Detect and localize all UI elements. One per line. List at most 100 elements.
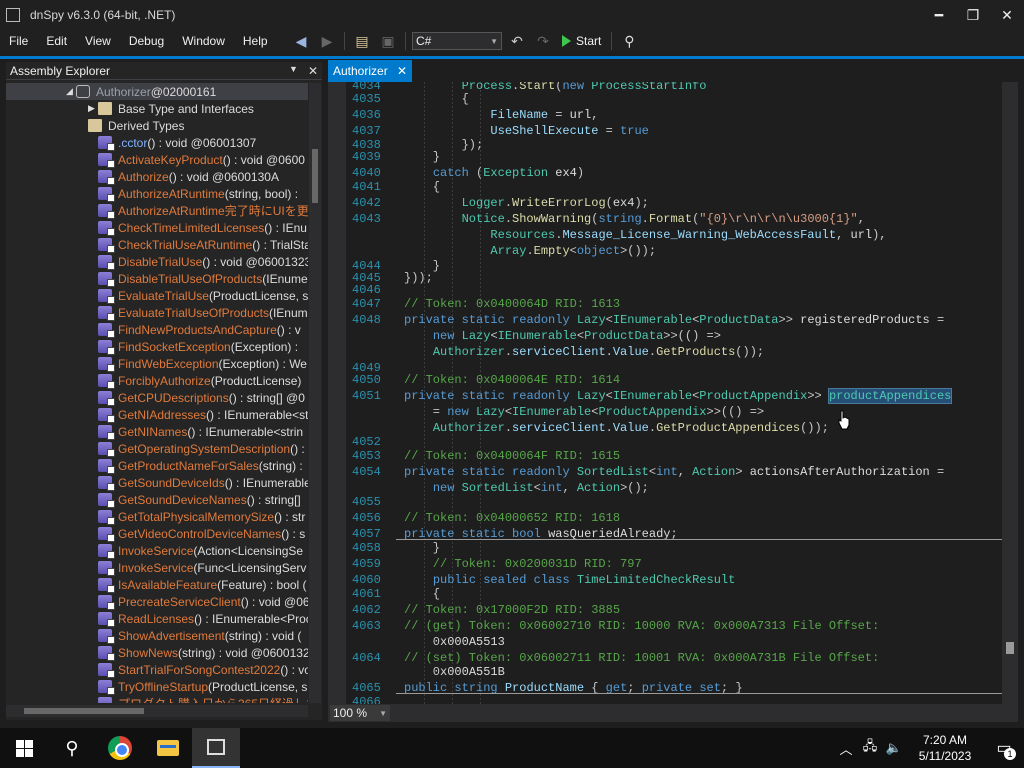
code-text: FileName = url, bbox=[490, 108, 599, 122]
method-icon bbox=[98, 476, 115, 491]
volume-icon[interactable]: 🔈 bbox=[882, 740, 906, 756]
tree-item-method[interactable]: PrecreateServiceClient() : void @06 bbox=[6, 593, 308, 610]
tree-item-method[interactable]: InvokeService (Action<LicensingSe bbox=[6, 542, 303, 559]
tab-authorizer[interactable]: Authorizer ✕ bbox=[328, 60, 412, 82]
editor-horizontal-scrollbar[interactable] bbox=[396, 708, 1000, 718]
method-icon bbox=[98, 408, 115, 423]
close-window-button[interactable]: ✕ bbox=[990, 0, 1024, 30]
close-tab-icon[interactable]: ✕ bbox=[397, 64, 407, 78]
tree-item-method[interactable]: GetVideoControlDeviceNames() : s bbox=[6, 525, 305, 542]
tree-item-method[interactable]: IsAvailableFeature (Feature) : bool ( bbox=[6, 576, 307, 593]
window-title: dnSpy v6.3.0 (64-bit, .NET) bbox=[30, 8, 176, 22]
tree-item-name: AuthorizeAtRuntime完了時にUIを更 bbox=[118, 204, 308, 218]
scroll-thumb[interactable] bbox=[1006, 642, 1014, 654]
clock[interactable]: 7:20 AM 5/11/2023 bbox=[906, 732, 984, 764]
tree-item-method[interactable]: DisableTrialUseOfProducts (IEnume bbox=[6, 270, 308, 287]
save-all-icon[interactable]: ▣ bbox=[377, 30, 399, 52]
taskbar-dnspy[interactable] bbox=[192, 728, 240, 768]
redo-icon[interactable]: ↷ bbox=[532, 30, 554, 52]
search-icon[interactable]: ⚲ bbox=[618, 30, 640, 52]
tree-item-method[interactable]: DisableTrialUse() : void @06001323 bbox=[6, 253, 308, 270]
panel-menu-chevron-icon[interactable]: ▼ bbox=[289, 64, 298, 78]
code-editor[interactable]: 4034 Process.Start(new ProcessStartInfo 4… bbox=[346, 82, 1002, 704]
tree-horizontal-scrollbar[interactable] bbox=[6, 705, 308, 717]
tree-vertical-scrollbar[interactable] bbox=[309, 83, 321, 703]
tree-item-method[interactable]: FindNewProductsAndCapture() : v bbox=[6, 321, 301, 338]
tree-item-method[interactable]: GetOperatingSystemDescription() : bbox=[6, 440, 305, 457]
tree-item-name: Authorize bbox=[118, 169, 169, 184]
taskbar-file-explorer[interactable] bbox=[144, 728, 192, 768]
tree-item-method[interactable]: FindSocketException (Exception) : bbox=[6, 338, 298, 355]
tree-item-method[interactable]: EvaluateTrialUse (ProductLicense, st bbox=[6, 287, 308, 304]
tree-item-name: GetCPUDescriptions bbox=[118, 390, 229, 405]
member-separator bbox=[396, 539, 1002, 540]
scroll-thumb[interactable] bbox=[312, 149, 318, 203]
undo-icon[interactable]: ↶ bbox=[506, 30, 528, 52]
menu-window[interactable]: Window bbox=[173, 34, 234, 48]
tree-item-method[interactable]: GetNIAddresses() : IEnumerable<st bbox=[6, 406, 308, 423]
tree-item-method[interactable]: AuthorizeAtRuntime (string, bool) : bbox=[6, 185, 298, 202]
tree-item-method[interactable]: InvokeService (Func<LicensingServ bbox=[6, 559, 306, 576]
file-explorer-icon bbox=[157, 740, 179, 756]
tree-item-method[interactable]: .cctor() : void @06001307 bbox=[6, 134, 256, 151]
code-text: // Token: 0x0200031D RID: 797 bbox=[404, 557, 642, 571]
open-folder-icon[interactable]: ▤ bbox=[351, 30, 373, 52]
zoom-select[interactable]: 100 % ▼ bbox=[330, 705, 390, 721]
start-menu-button[interactable] bbox=[0, 728, 48, 768]
menu-edit[interactable]: Edit bbox=[37, 34, 76, 48]
navigate-back-icon[interactable]: ◀ bbox=[290, 30, 312, 52]
tree-item-folder[interactable]: Derived Types bbox=[6, 117, 184, 134]
tree-item-signature: () : bbox=[290, 441, 305, 456]
tree-item-method[interactable]: ReadLicenses() : IEnumerable<Proc bbox=[6, 610, 308, 627]
chevron-up-icon[interactable]: ︿ bbox=[834, 739, 858, 758]
code-text: public sealed class TimeLimitedCheckResu… bbox=[432, 573, 736, 587]
menu-view[interactable]: View bbox=[76, 34, 120, 48]
tree-item-method[interactable]: EvaluateTrialUseOfProducts (IEnum bbox=[6, 304, 308, 321]
tree-item-method[interactable]: StartTrialForSongContest2022() : vo bbox=[6, 661, 308, 678]
menu-file[interactable]: File bbox=[0, 34, 37, 48]
tree-item-method[interactable]: ForciblyAuthorize (ProductLicense) bbox=[6, 372, 301, 389]
tree-item-method[interactable]: CheckTimeLimitedLicenses() : IEnu bbox=[6, 219, 307, 236]
method-icon bbox=[98, 595, 115, 610]
taskbar-search-button[interactable]: ⚲ bbox=[48, 728, 96, 768]
navigate-forward-icon[interactable]: ▶ bbox=[316, 30, 338, 52]
notification-center-button[interactable]: ▭ 1 bbox=[984, 728, 1024, 768]
highlighted-identifier[interactable]: productAppendices bbox=[827, 388, 953, 404]
maximize-button[interactable]: ❐ bbox=[956, 0, 990, 30]
tree-item-method[interactable]: プロダクト購入日から365日経過した商品を bbox=[6, 695, 308, 703]
tree-item-method[interactable]: Authorize() : void @0600130A bbox=[6, 168, 279, 185]
start-debug-button[interactable]: Start bbox=[558, 34, 605, 48]
tree-item-signature: () : string[] bbox=[246, 492, 301, 507]
line-number: 4041 bbox=[352, 180, 381, 194]
tree-item-method[interactable]: GetProductNameForSales (string) : bbox=[6, 457, 303, 474]
method-icon bbox=[98, 561, 115, 576]
tree-item-signature: (Exception) : bbox=[230, 339, 299, 354]
tree-item-method[interactable]: ActivateKeyProduct() : void @0600 bbox=[6, 151, 305, 168]
tree-item-folder[interactable]: ▶ Base Type and Interfaces bbox=[6, 100, 254, 117]
tree-item-method[interactable]: GetCPUDescriptions() : string[] @0 bbox=[6, 389, 305, 406]
play-icon bbox=[562, 35, 571, 47]
tree-item-method[interactable]: GetSoundDeviceIds() : IEnumerable bbox=[6, 474, 308, 491]
tree-item-method[interactable]: ShowNews (string) : void @0600132 bbox=[6, 644, 308, 661]
tree-item-method[interactable]: GetNINames() : IEnumerable<strin bbox=[6, 423, 303, 440]
menu-help[interactable]: Help bbox=[234, 34, 277, 48]
expand-icon[interactable]: ▶ bbox=[88, 103, 98, 114]
tree-item-method[interactable]: CheckTrialUseAtRuntime() : TrialSta bbox=[6, 236, 308, 253]
network-icon[interactable]: 🖧 bbox=[858, 737, 882, 759]
close-panel-icon[interactable]: ✕ bbox=[308, 64, 318, 78]
tree-item-authorizer-class[interactable]: ◢ Authorizer @02000161 bbox=[6, 83, 308, 100]
tree-item-method[interactable]: GetSoundDeviceNames() : string[] bbox=[6, 491, 301, 508]
language-select[interactable]: C# ▼ bbox=[412, 32, 502, 50]
taskbar-chrome[interactable] bbox=[96, 728, 144, 768]
tree-item-method[interactable]: AuthorizeAtRuntime完了時にUIを更 bbox=[6, 202, 308, 219]
tree-item-method[interactable]: ShowAdvertisement (string) : void ( bbox=[6, 627, 301, 644]
collapse-icon[interactable]: ◢ bbox=[66, 86, 76, 97]
editor-vertical-scrollbar[interactable] bbox=[1002, 82, 1018, 704]
scroll-thumb[interactable] bbox=[24, 708, 144, 714]
tree-item-method[interactable]: GetTotalPhysicalMemorySize() : str bbox=[6, 508, 305, 525]
method-icon bbox=[98, 153, 115, 168]
minimize-button[interactable]: ━ bbox=[922, 0, 956, 30]
tree-item-method[interactable]: TryOfflineStartup (ProductLicense, s bbox=[6, 678, 307, 695]
menu-debug[interactable]: Debug bbox=[120, 34, 173, 48]
tree-item-method[interactable]: FindWebException (Exception) : We bbox=[6, 355, 307, 372]
